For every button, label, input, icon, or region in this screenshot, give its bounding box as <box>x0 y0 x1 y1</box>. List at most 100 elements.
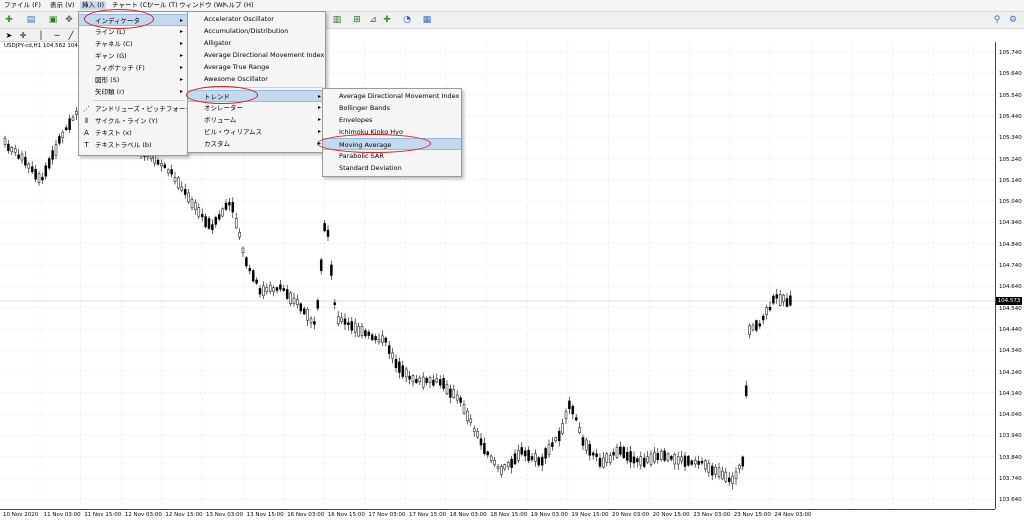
templates-icon[interactable]: ▦ <box>420 13 434 27</box>
market-watch-icon[interactable]: ▣ <box>46 13 60 27</box>
cursor-icon[interactable]: ➤ <box>2 28 16 42</box>
candle-body <box>353 322 357 333</box>
candle-body <box>272 287 275 292</box>
candle-body <box>639 456 643 466</box>
menu-insert[interactable]: 挿入 (I) <box>80 1 107 10</box>
menu-item-label: ビル・ウィリアムス <box>204 128 263 136</box>
time-label: 12 Nov 03:00 <box>124 512 162 518</box>
menu-file[interactable]: ファイル (F) <box>2 1 43 10</box>
candle-body <box>319 259 323 272</box>
indicator-menu-item[interactable]: ボリューム ▸ <box>188 114 325 126</box>
candle-body <box>704 460 707 470</box>
indicator-menu-item[interactable]: Alligator <box>188 37 325 49</box>
candle-body <box>190 199 194 209</box>
indicator-menu-item[interactable]: Accelerator Oscillator <box>188 13 325 25</box>
candle-body <box>289 292 292 304</box>
candle-body <box>241 247 245 253</box>
candle-body <box>710 465 714 476</box>
menu-view[interactable]: 表示 (V) <box>48 1 77 10</box>
menu-tools[interactable]: ツール (T) <box>145 1 180 10</box>
candle-body <box>438 379 442 386</box>
insert-menu-item[interactable]: 矢印類 (r) ▸ <box>79 86 187 98</box>
candle-body <box>588 444 592 456</box>
candle-body <box>483 442 486 454</box>
menu-item-label: オシレーター <box>204 104 243 112</box>
time-label: 12 Nov 15:00 <box>165 512 203 518</box>
price-label: 104.940 <box>999 220 1022 227</box>
indicator-menu-item[interactable]: ビル・ウィリアムス ▸ <box>188 126 325 138</box>
bar-chart-icon[interactable]: ▥ <box>330 13 344 27</box>
candle-body <box>20 153 24 161</box>
candle-body <box>411 375 415 383</box>
insert-menu-item[interactable]: ⦀ サイクル・ライン (Y) <box>79 115 187 127</box>
trend-menu-item[interactable]: Parabolic SAR <box>323 150 461 162</box>
settings-icon[interactable]: ⚙ <box>1006 13 1020 27</box>
candle-body <box>282 288 286 291</box>
chevron-right-icon: ▸ <box>317 116 321 123</box>
indicator-menu-item[interactable]: Awesome Oscillator <box>188 73 325 85</box>
trend-menu-item[interactable]: Average Directional Movement Index <box>323 90 461 102</box>
crosshair-icon[interactable]: ✛ <box>16 28 30 42</box>
insert-menu-item[interactable]: ⋰ アンドリューズ・ピッチフォーク (A) <box>79 103 204 115</box>
line-chart-icon[interactable]: ⊿ <box>366 13 380 27</box>
candle-body <box>462 404 466 414</box>
new-chart-icon[interactable]: ✚ <box>2 13 16 27</box>
add-indicator-icon[interactable]: ✚ <box>380 13 394 27</box>
navigator-icon[interactable]: ✥ <box>62 13 76 27</box>
indicator-menu-item[interactable]: Average True Range <box>188 61 325 73</box>
candle-body <box>602 457 605 468</box>
candle-body <box>228 202 231 206</box>
periods-icon[interactable]: ◔ <box>400 13 414 27</box>
insert-menu-item[interactable]: フィボナッチ (F) ▸ <box>79 62 187 74</box>
insert-menu-item[interactable]: T テキストラベル (b) <box>79 139 187 151</box>
indicator-menu-item[interactable]: オシレーター ▸ <box>188 102 325 114</box>
insert-menu-item[interactable]: チャネル (C) ▸ <box>79 38 187 50</box>
search-icon[interactable]: ⚲ <box>990 13 1004 27</box>
insert-menu-item[interactable]: A テキスト (x) <box>79 127 187 139</box>
candle-body <box>486 451 490 456</box>
indicator-menu-item[interactable]: カスタム ▸ <box>188 138 325 150</box>
candles-icon[interactable]: ⊞ <box>350 13 364 27</box>
insert-menu-item[interactable]: ギャン (G) ▸ <box>79 50 187 62</box>
menu-item-label: Accumulation/Distribution <box>204 27 289 35</box>
trendline-icon[interactable]: ╱ <box>64 28 78 42</box>
current-price-tag: 104.573 <box>996 297 1022 305</box>
time-label: 16 Nov 15:00 <box>327 512 365 518</box>
candle-body <box>595 453 598 457</box>
indicator-menu-item[interactable]: Average Directional Movement Index <box>188 49 325 61</box>
candle-body <box>350 321 354 331</box>
candle-body <box>629 451 632 463</box>
price-label: 105.040 <box>999 199 1022 206</box>
horizontal-line-icon[interactable]: ─ <box>50 28 64 42</box>
candle-body <box>765 307 768 316</box>
candle-body <box>496 466 500 469</box>
candle-body <box>564 411 568 419</box>
trend-menu-item[interactable]: Ichimoku Kinko Hyo <box>323 126 461 138</box>
menu-item-moving-average[interactable]: Moving Average <box>323 138 461 150</box>
menu-item-label: ギャン (G) <box>95 52 127 60</box>
indicator-menu-item[interactable]: Accumulation/Distribution <box>188 25 325 37</box>
candle-body <box>476 431 479 438</box>
menu-item-indicators[interactable]: インディケータ ▸ <box>79 14 187 26</box>
candle-body <box>523 450 527 457</box>
time-label: 20 Nov 15:00 <box>652 512 690 518</box>
price-label: 104.140 <box>999 390 1022 397</box>
drawing-toolbar: ➤ ✛ │ ─ ╱ <box>0 29 80 42</box>
menu-item-label: カスタム <box>204 140 230 148</box>
candle-body <box>238 232 241 238</box>
candle-body <box>374 336 377 341</box>
insert-menu-item[interactable]: 図形 (S) ▸ <box>79 74 187 86</box>
trend-menu-item[interactable]: Standard Deviation <box>323 162 461 174</box>
insert-menu-item[interactable]: ライン (L) ▸ <box>79 26 187 38</box>
trend-menu-item[interactable]: Envelopes <box>323 114 461 126</box>
trend-menu-item[interactable]: Bollinger Bands <box>323 102 461 114</box>
candle-body <box>557 430 561 442</box>
candle-body <box>625 452 629 461</box>
profiles-icon[interactable]: ▤ <box>24 13 38 27</box>
menu-help[interactable]: ヘルプ (H) <box>220 1 256 10</box>
candle-body <box>615 446 619 458</box>
vertical-line-icon[interactable]: │ <box>34 28 48 42</box>
candle-body <box>520 447 524 455</box>
price-label: 105.440 <box>999 113 1022 120</box>
menu-item-trend[interactable]: トレンド ▸ <box>188 90 325 102</box>
